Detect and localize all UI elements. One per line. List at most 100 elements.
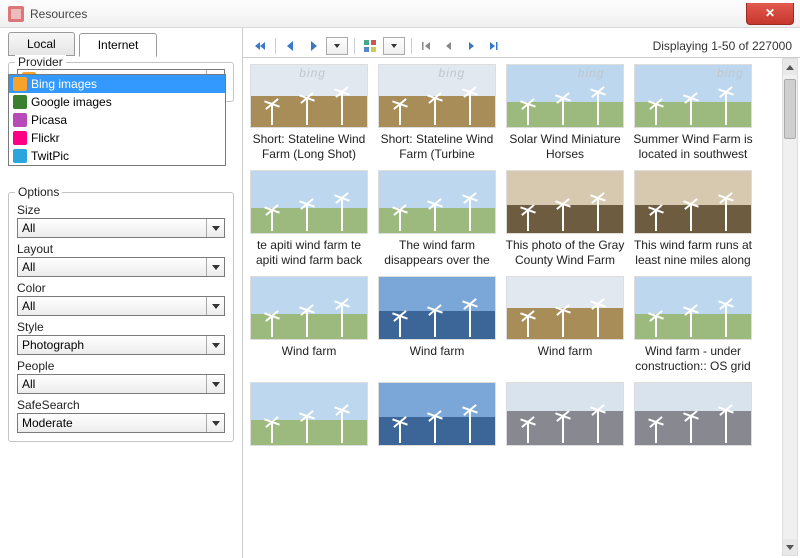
result-thumbnail[interactable]	[634, 64, 752, 128]
left-panel: Local Internet Provider Bing images Bing…	[0, 28, 243, 558]
chevron-down-icon[interactable]	[206, 375, 224, 393]
chevron-down-icon[interactable]	[206, 336, 224, 354]
result-item[interactable]: Wind farm	[249, 276, 369, 376]
chevron-down-icon[interactable]	[206, 258, 224, 276]
result-caption: Wind farm - under construction:: OS grid…	[633, 344, 753, 376]
result-thumbnail[interactable]	[250, 276, 368, 340]
history-dropdown[interactable]	[326, 37, 348, 55]
result-caption: Solar Wind Miniature Horses	[505, 132, 625, 164]
results-gallery[interactable]: Short: Stateline Wind Farm (Long Shot)Sh…	[243, 58, 800, 558]
chevron-down-icon[interactable]	[206, 414, 224, 432]
layout-combobox[interactable]: All	[17, 257, 225, 277]
provider-option[interactable]: Bing images	[9, 75, 225, 93]
provider-icon	[13, 113, 27, 127]
window-title: Resources	[30, 7, 87, 21]
provider-icon	[13, 131, 27, 145]
size-combobox[interactable]: All	[17, 218, 225, 238]
provider-option-label: Picasa	[31, 113, 67, 127]
result-thumbnail[interactable]	[378, 382, 496, 446]
forward-button[interactable]	[304, 37, 322, 55]
view-mode-button[interactable]	[361, 37, 379, 55]
nav-first-button[interactable]	[418, 37, 436, 55]
result-thumbnail[interactable]	[250, 64, 368, 128]
provider-legend: Provider	[15, 55, 66, 69]
result-thumbnail[interactable]	[506, 64, 624, 128]
scroll-up-button[interactable]	[783, 59, 797, 75]
result-caption: Summer Wind Farm is located in southwest…	[633, 132, 753, 164]
provider-option[interactable]: Google images	[9, 93, 225, 111]
result-thumbnail[interactable]	[250, 382, 368, 446]
size-label: Size	[17, 203, 225, 217]
close-button[interactable]: ✕	[746, 3, 794, 25]
result-thumbnail[interactable]	[634, 382, 752, 446]
tab-local[interactable]: Local	[8, 32, 75, 56]
result-item[interactable]: This photo of the Gray County Wind Farm …	[505, 170, 625, 270]
right-panel: Displaying 1-50 of 227000 Short: Stateli…	[243, 28, 800, 558]
provider-option[interactable]: Picasa	[9, 111, 225, 129]
provider-icon	[13, 149, 27, 163]
result-caption: Wind farm	[282, 344, 337, 376]
provider-dropdown-list[interactable]: Bing images Google images Picasa Flickr Twit…	[8, 74, 226, 166]
result-item[interactable]: Short: Stateline Wind Farm (Long Shot)	[249, 64, 369, 164]
result-thumbnail[interactable]	[378, 170, 496, 234]
chevron-down-icon[interactable]	[206, 219, 224, 237]
provider-icon	[13, 95, 27, 109]
provider-option[interactable]: TwitPic	[9, 147, 225, 165]
result-thumbnail[interactable]	[250, 170, 368, 234]
result-caption: Short: Stateline Wind Farm (Turbine Clus…	[377, 132, 497, 164]
result-thumbnail[interactable]	[506, 276, 624, 340]
result-thumbnail[interactable]	[378, 276, 496, 340]
result-item[interactable]: Wind farm - under construction:: OS grid…	[633, 276, 753, 376]
view-mode-dropdown[interactable]	[383, 37, 405, 55]
result-thumbnail[interactable]	[634, 276, 752, 340]
result-item[interactable]: Solar Wind Miniature Horses	[505, 64, 625, 164]
nav-last-button[interactable]	[484, 37, 502, 55]
close-icon: ✕	[765, 6, 775, 20]
result-item[interactable]: This wind farm runs at least nine miles …	[633, 170, 753, 270]
titlebar: Resources ✕	[0, 0, 800, 28]
style-label: Style	[17, 320, 225, 334]
result-item[interactable]: te apiti wind farm te apiti wind farm ba…	[249, 170, 369, 270]
source-tabs: Local Internet	[8, 32, 234, 56]
result-caption: Wind farm	[410, 344, 465, 376]
provider-option-label: TwitPic	[31, 149, 69, 163]
result-caption: Short: Stateline Wind Farm (Long Shot)	[249, 132, 369, 164]
result-item[interactable]	[633, 382, 753, 482]
result-thumbnail[interactable]	[378, 64, 496, 128]
nav-prev-button[interactable]	[440, 37, 458, 55]
people-combobox[interactable]: All	[17, 374, 225, 394]
result-item[interactable]: Wind farm	[377, 276, 497, 376]
result-caption: te apiti wind farm te apiti wind farm ba…	[249, 238, 369, 270]
scrollbar[interactable]	[782, 58, 798, 556]
people-label: People	[17, 359, 225, 373]
tab-internet[interactable]: Internet	[79, 33, 158, 57]
result-thumbnail[interactable]	[506, 170, 624, 234]
style-combobox[interactable]: Photograph	[17, 335, 225, 355]
result-thumbnail[interactable]	[506, 382, 624, 446]
result-item[interactable]	[505, 382, 625, 482]
safesearch-combobox[interactable]: Moderate	[17, 413, 225, 433]
options-legend: Options	[15, 185, 62, 199]
provider-option[interactable]: Flickr	[9, 129, 225, 147]
color-combobox[interactable]: All	[17, 296, 225, 316]
result-item[interactable]	[377, 382, 497, 482]
result-item[interactable]	[249, 382, 369, 482]
result-item[interactable]: The wind farm disappears over the hi...	[377, 170, 497, 270]
back-button[interactable]	[282, 37, 300, 55]
provider-icon	[13, 77, 27, 91]
chevron-down-icon[interactable]	[206, 297, 224, 315]
app-icon	[8, 6, 24, 22]
rewind-button[interactable]	[251, 37, 269, 55]
scroll-down-button[interactable]	[783, 539, 797, 555]
provider-option-label: Bing images	[31, 77, 97, 91]
options-group: Options Size All Layout All Color All St…	[8, 192, 234, 442]
result-item[interactable]: Summer Wind Farm is located in southwest…	[633, 64, 753, 164]
result-item[interactable]: Short: Stateline Wind Farm (Turbine Clus…	[377, 64, 497, 164]
result-caption: This photo of the Gray County Wind Farm …	[505, 238, 625, 270]
results-count: Displaying 1-50 of 227000	[653, 39, 792, 53]
result-item[interactable]: Wind farm	[505, 276, 625, 376]
result-caption: This wind farm runs at least nine miles …	[633, 238, 753, 270]
result-thumbnail[interactable]	[634, 170, 752, 234]
nav-next-button[interactable]	[462, 37, 480, 55]
scroll-thumb[interactable]	[784, 79, 796, 139]
